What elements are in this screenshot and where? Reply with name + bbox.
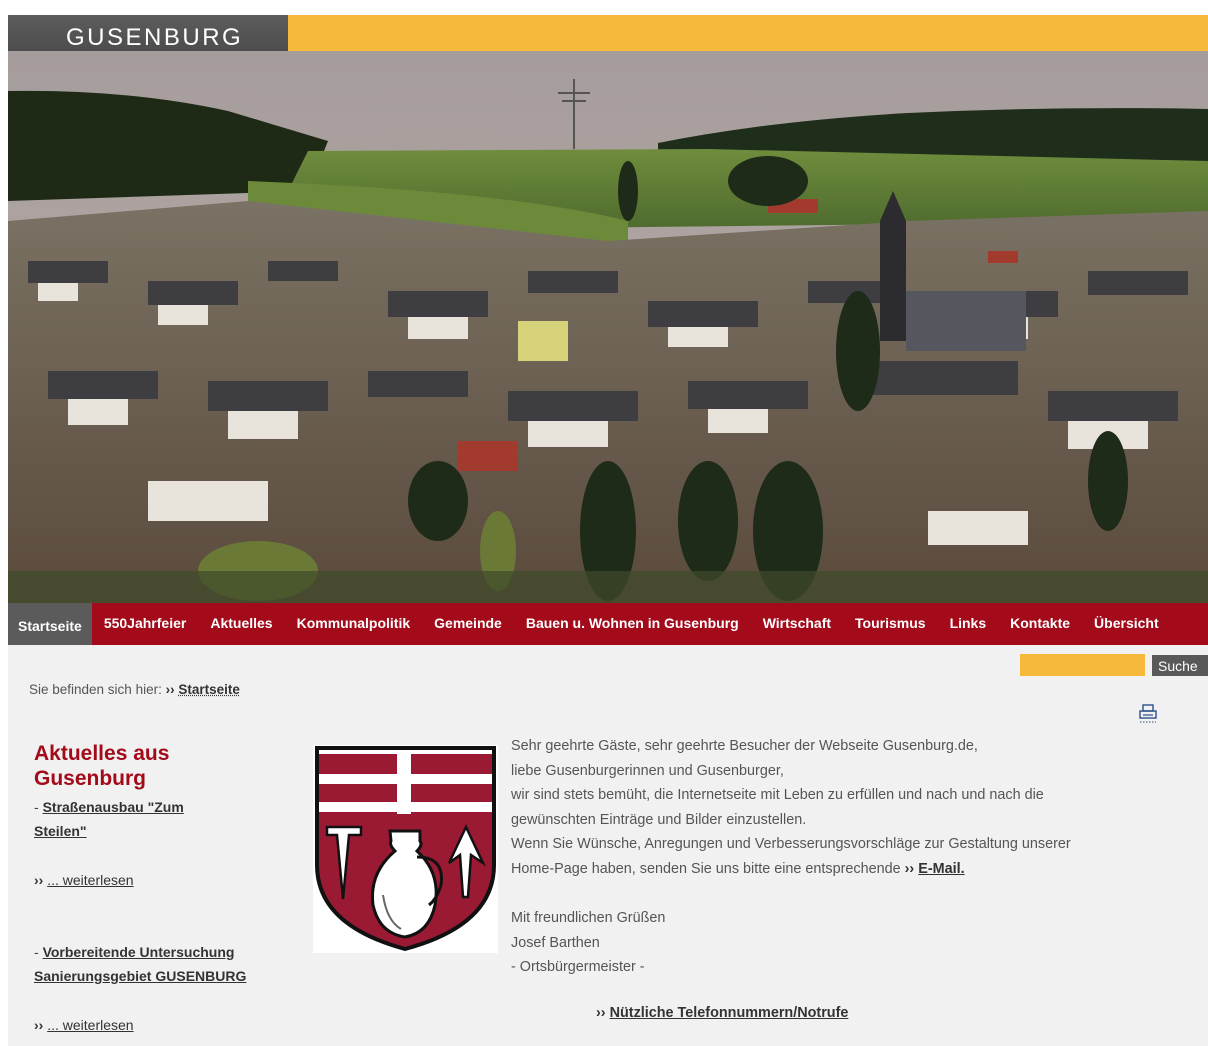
nav-item-startseite[interactable]: Startseite bbox=[8, 603, 92, 645]
signature-role: - Ortsbürgermeister - bbox=[511, 959, 645, 976]
sidebar-title: Aktuelles aus Gusenburg bbox=[34, 742, 170, 790]
email-prefix: Home-Page haben, senden Sie uns bitte ei… bbox=[511, 860, 901, 877]
search-input[interactable] bbox=[1020, 654, 1145, 676]
breadcrumb-current[interactable]: Startseite bbox=[178, 682, 240, 697]
nav-item-links[interactable]: Links bbox=[938, 603, 999, 645]
greeting-line: wir sind stets bemüht, die Internetseite… bbox=[511, 787, 1044, 804]
greeting-line: Sehr geehrte Gäste, sehr geehrte Besuche… bbox=[511, 738, 978, 754]
greeting-line: Wenn Sie Wünsche, Anregungen und Verbess… bbox=[511, 836, 1071, 853]
phone-chevron: ›› bbox=[596, 1005, 606, 1021]
news-dash: - bbox=[34, 799, 43, 815]
email-link[interactable]: E-Mail. bbox=[918, 861, 964, 877]
read-more: ›› ... weiterlesen bbox=[34, 1013, 274, 1037]
site-logo[interactable]: GUSENBURG bbox=[8, 15, 288, 51]
phone-numbers-link[interactable]: Nützliche Telefonnummern/Notrufe bbox=[610, 1005, 849, 1021]
read-more-chevron: ›› bbox=[34, 1017, 44, 1033]
read-more-link[interactable]: ... weiterlesen bbox=[47, 1017, 133, 1033]
phone-numbers: ›› Nützliche Telefonnummern/Notrufe bbox=[596, 1005, 848, 1021]
nav-item-bauen-wohnen[interactable]: Bauen u. Wohnen in Gusenburg bbox=[514, 603, 751, 645]
closing-line: Mit freundlichen Grüßen bbox=[511, 910, 666, 927]
print-icon[interactable] bbox=[1138, 703, 1158, 723]
news-link-sanierungsgebiet[interactable]: Vorbereitende Untersuchung Sanierungsgeb… bbox=[34, 944, 246, 984]
nav-item-gemeinde[interactable]: Gemeinde bbox=[422, 603, 514, 645]
main-nav: Startseite 550Jahrfeier Aktuelles Kommun… bbox=[8, 603, 1208, 645]
village-photo bbox=[8, 51, 1208, 603]
nav-item-wirtschaft[interactable]: Wirtschaft bbox=[751, 603, 843, 645]
read-more-link[interactable]: ... weiterlesen bbox=[47, 872, 133, 888]
header-bar: GUSENBURG bbox=[8, 15, 1208, 51]
read-more-chevron: ›› bbox=[34, 872, 44, 888]
nav-item-550jahrfeier[interactable]: 550Jahrfeier bbox=[92, 603, 199, 645]
coat-of-arms bbox=[313, 745, 498, 953]
read-more: ›› ... weiterlesen bbox=[34, 868, 274, 892]
breadcrumb-prefix: Sie befinden sich hier: bbox=[29, 682, 162, 697]
email-line: Home-Page haben, senden Sie uns bitte ei… bbox=[511, 857, 1151, 882]
nav-item-kontakte[interactable]: Kontakte bbox=[998, 603, 1082, 645]
search-button[interactable]: Suche bbox=[1152, 655, 1208, 676]
breadcrumb-separator: ›› bbox=[165, 682, 175, 697]
news-sidebar: Aktuelles aus Gusenburg - Straßenausbau … bbox=[34, 741, 274, 1037]
greeting-line: gewünschten Einträge und Bilder einzuste… bbox=[511, 811, 807, 828]
news-item: - Vorbereitende Untersuchung Sanierungsg… bbox=[34, 940, 259, 988]
nav-item-tourismus[interactable]: Tourismus bbox=[843, 603, 938, 645]
news-link-strassenausbau[interactable]: Straßenausbau "Zum Steilen" bbox=[34, 799, 184, 839]
welcome-text: Sehr geehrte Gäste, sehr geehrte Besuche… bbox=[511, 734, 1151, 980]
news-item: - Straßenausbau "Zum Steilen" bbox=[34, 795, 209, 843]
page: GUSENBURG Startseite 550Jahrfeier Aktuel… bbox=[8, 15, 1208, 1046]
coat-of-arms-icon bbox=[313, 745, 498, 953]
signature-name: Josef Barthen bbox=[511, 934, 600, 951]
email-chevron: ›› bbox=[904, 860, 915, 877]
nav-item-uebersicht[interactable]: Übersicht bbox=[1082, 603, 1171, 645]
breadcrumb: Sie befinden sich hier: ›› Startseite bbox=[29, 682, 240, 697]
nav-item-aktuelles[interactable]: Aktuelles bbox=[198, 603, 284, 645]
news-dash: - bbox=[34, 944, 43, 960]
hero-image bbox=[8, 51, 1208, 603]
greeting-line: liebe Gusenburgerinnen und Gusenburger, bbox=[511, 762, 784, 779]
nav-item-kommunalpolitik[interactable]: Kommunalpolitik bbox=[285, 603, 423, 645]
